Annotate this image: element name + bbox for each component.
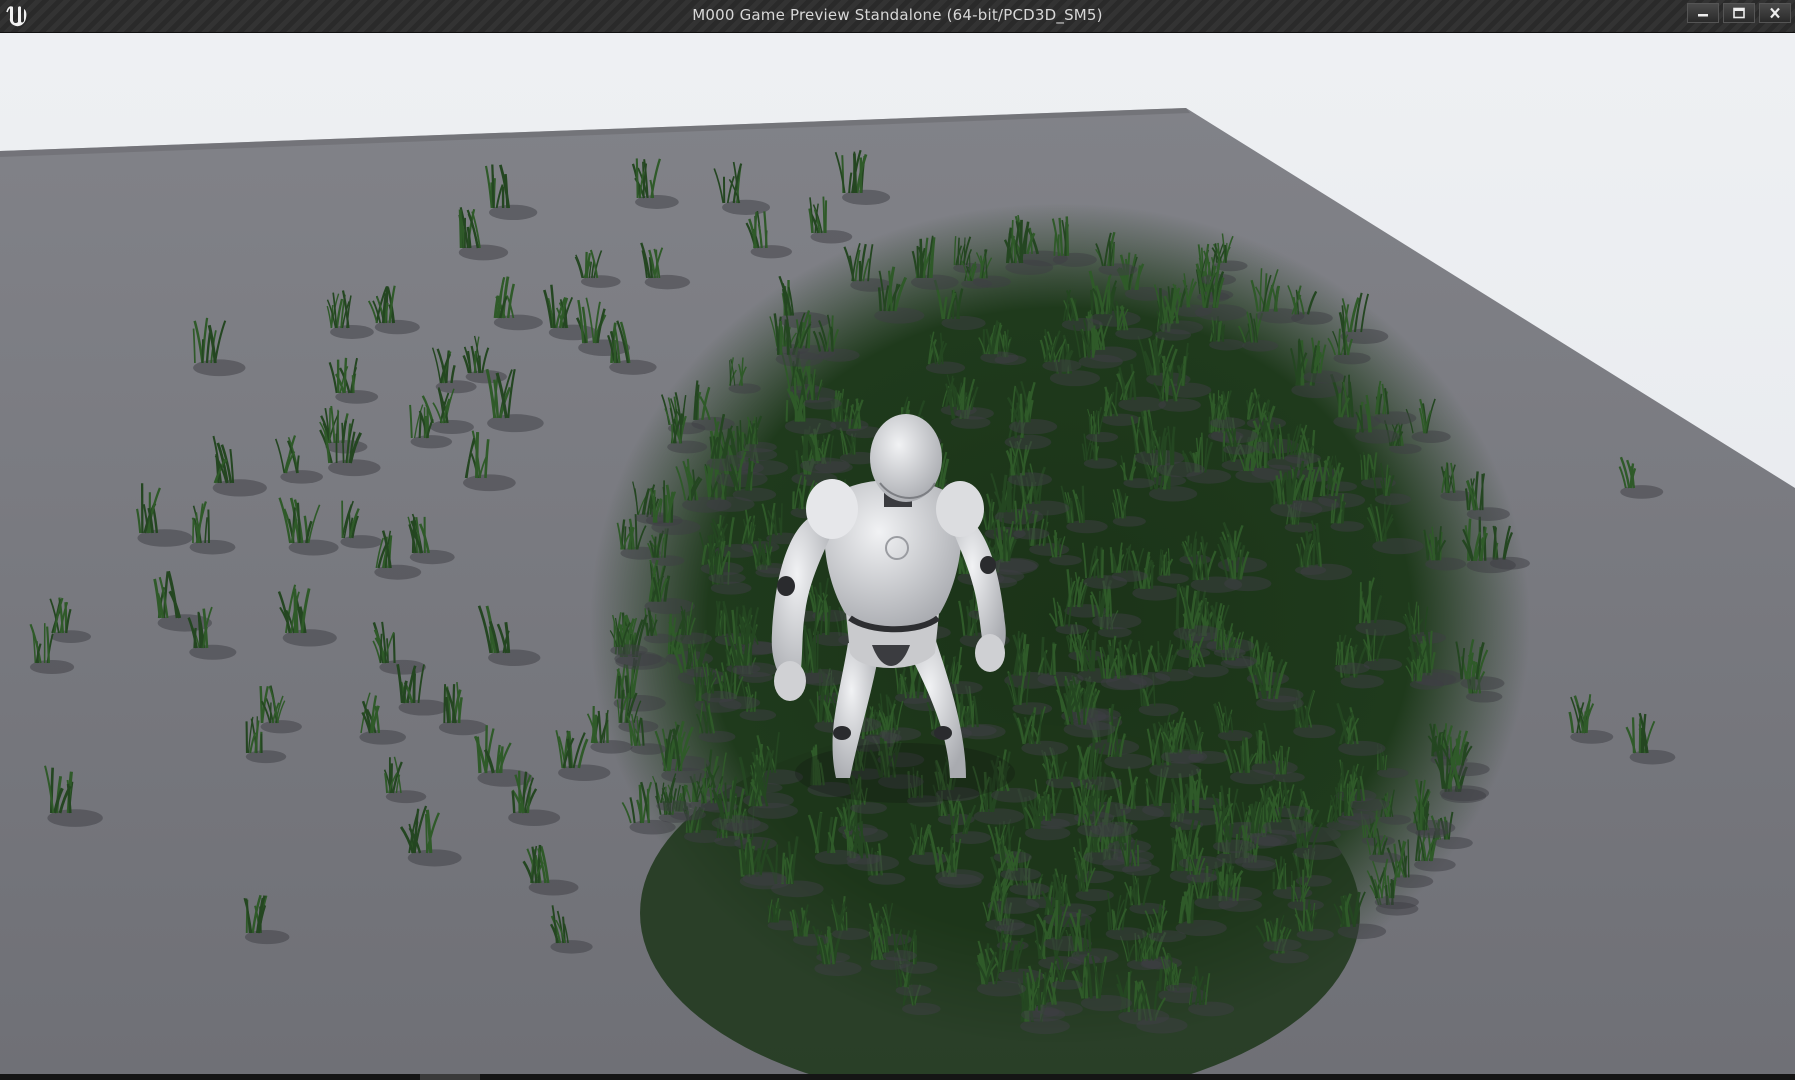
bottom-strip: [0, 1074, 1795, 1080]
close-button[interactable]: [1759, 3, 1791, 23]
game-viewport[interactable]: [0, 33, 1795, 1074]
title-bar[interactable]: M000 Game Preview Standalone (64-bit/PCD…: [0, 0, 1795, 33]
minimize-button[interactable]: [1687, 3, 1719, 23]
game-window: M000 Game Preview Standalone (64-bit/PCD…: [0, 0, 1795, 1080]
maximize-button[interactable]: [1723, 3, 1755, 23]
window-title: M000 Game Preview Standalone (64-bit/PCD…: [692, 6, 1103, 24]
window-controls: [1687, 3, 1791, 25]
close-icon: [1770, 7, 1780, 19]
game-scene: [0, 108, 1795, 1074]
maximize-icon: [1733, 7, 1745, 19]
minimize-icon: [1698, 14, 1708, 17]
